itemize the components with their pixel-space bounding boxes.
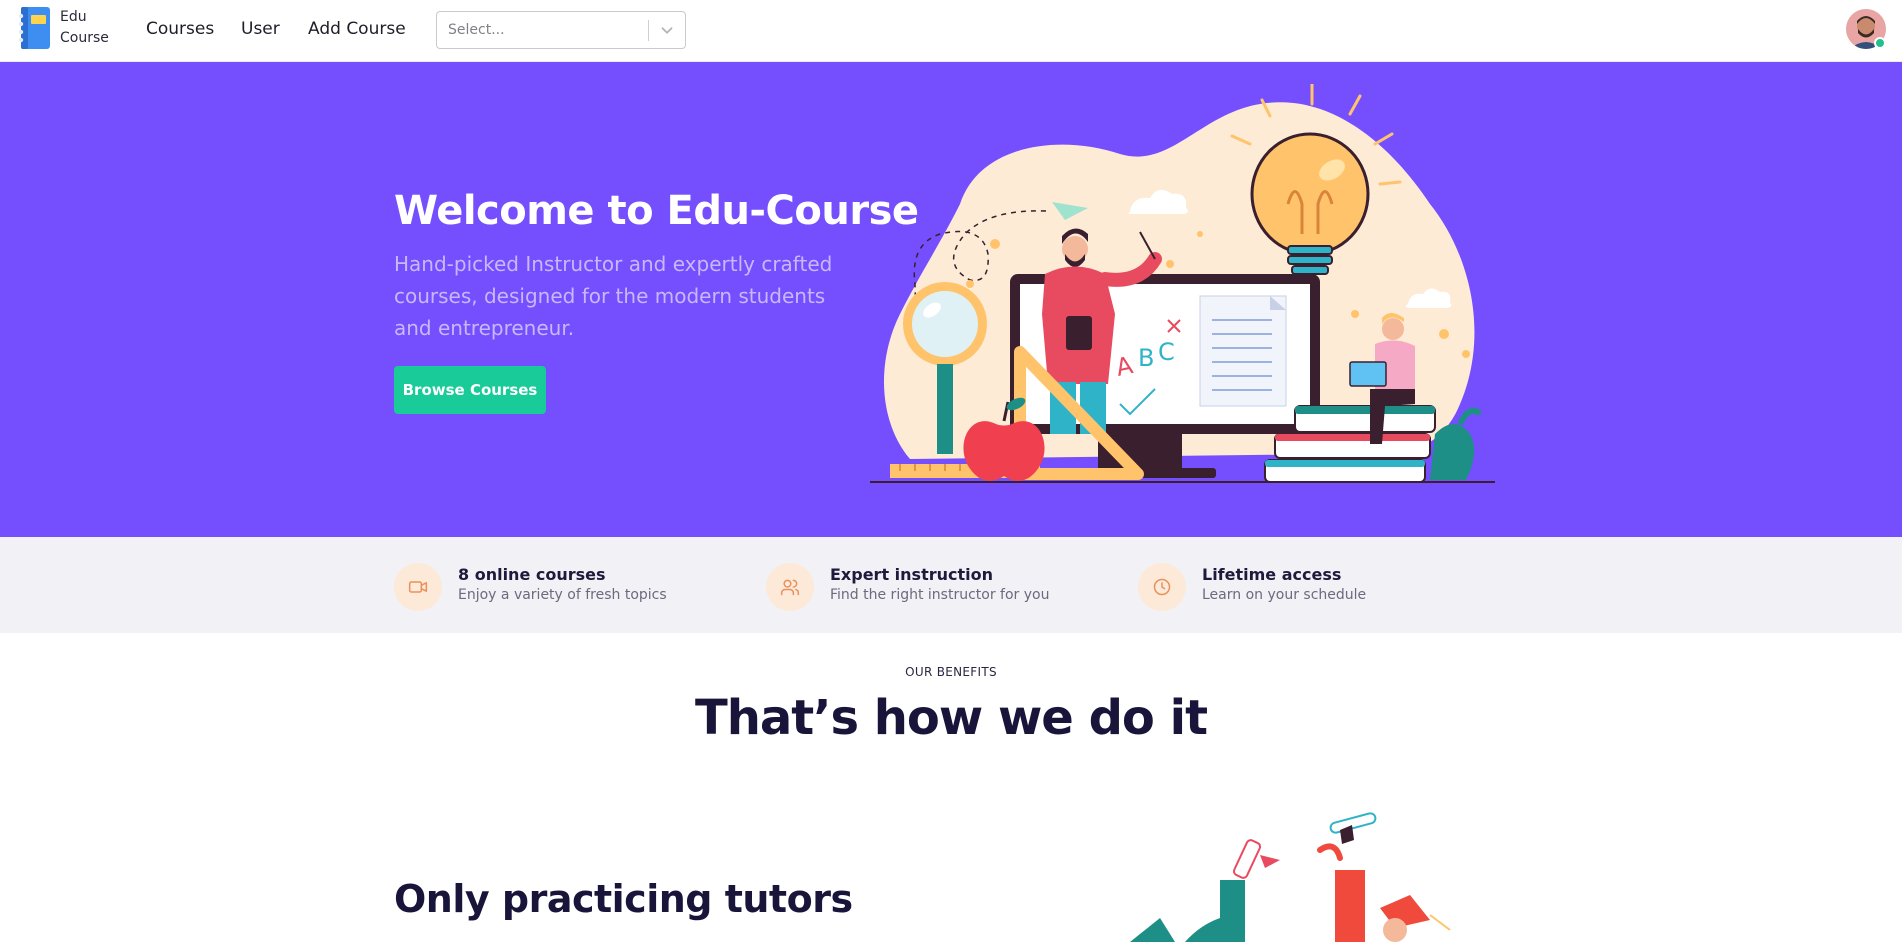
svg-text:C: C: [1158, 338, 1175, 366]
graduation-illustration: [1130, 812, 1451, 942]
clock-icon: [1138, 563, 1186, 611]
online-status-dot: [1874, 37, 1886, 49]
brand-name-line1: Edu: [60, 9, 87, 25]
video-icon: [394, 563, 442, 611]
select-separator: [648, 20, 649, 41]
feature-desc: Find the right instructor for you: [830, 587, 1050, 603]
feature-title: Expert instruction: [830, 565, 993, 584]
brand-name-line2: Course: [60, 30, 109, 46]
brand[interactable]: Edu Course: [18, 6, 120, 50]
top-navbar: Edu Course Courses User Add Course Selec…: [0, 0, 1902, 62]
nav-link-user[interactable]: User: [241, 19, 280, 39]
feature-title: Lifetime access: [1202, 565, 1342, 584]
browse-courses-button[interactable]: Browse Courses: [394, 366, 546, 414]
nav-link-courses[interactable]: Courses: [146, 19, 214, 39]
benefits-title: That’s how we do it: [694, 690, 1208, 746]
svg-text:B: B: [1138, 344, 1154, 372]
notebook-logo-icon: [18, 7, 50, 49]
brand-name: Edu Course: [60, 7, 120, 49]
benefit-item-title: Only practicing tutors: [394, 877, 853, 921]
hero-section: Welcome to Edu-Course Hand-picked Instru…: [0, 62, 1902, 537]
features-strip: 8 online courses Enjoy a variety of fres…: [0, 537, 1902, 633]
users-icon: [766, 563, 814, 611]
hero-subtitle: Hand-picked Instructor and expertly craf…: [394, 252, 833, 340]
course-select[interactable]: Select...: [436, 11, 686, 49]
nav-link-add-course[interactable]: Add Course: [308, 19, 406, 39]
select-placeholder: Select...: [448, 22, 505, 38]
hero-title: Welcome to Edu-Course: [394, 188, 919, 234]
feature-desc: Enjoy a variety of fresh topics: [458, 587, 667, 603]
feature-title: 8 online courses: [458, 565, 606, 584]
feature-desc: Learn on your schedule: [1202, 587, 1367, 603]
benefits-eyebrow: OUR BENEFITS: [905, 665, 997, 679]
teacher-illustration: A B C: [870, 84, 1495, 483]
chevron-down-icon[interactable]: [658, 21, 676, 39]
